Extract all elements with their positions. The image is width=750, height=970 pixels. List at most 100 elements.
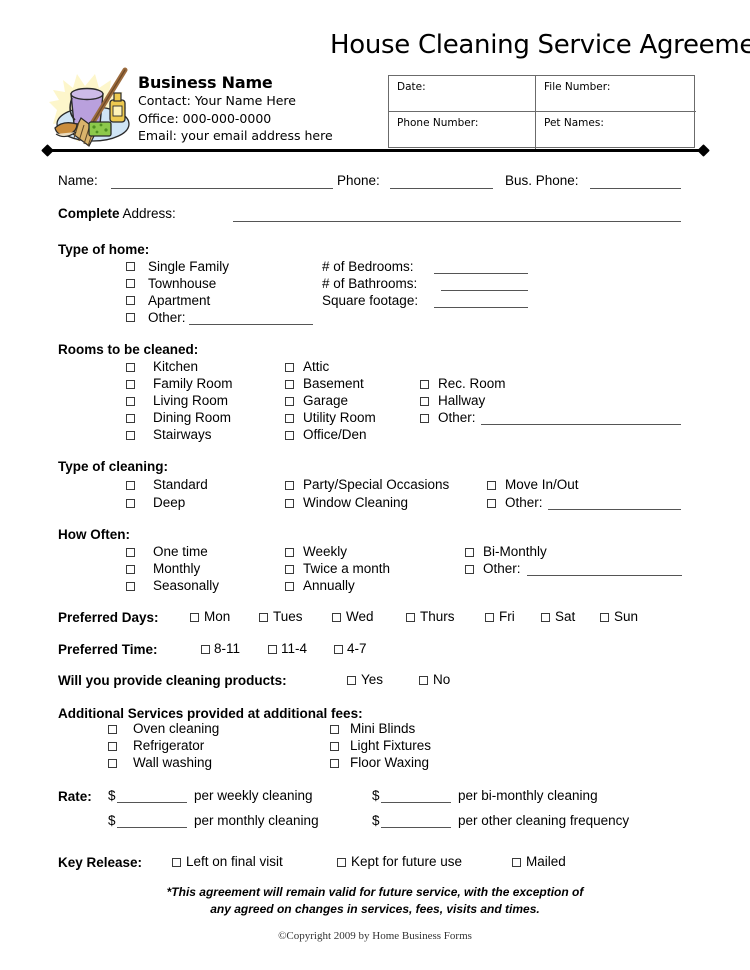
checkbox-move-in-out[interactable] <box>487 481 496 490</box>
checkbox-wall-washing[interactable] <box>108 759 117 768</box>
file-number-cell[interactable]: File Number: <box>536 76 696 112</box>
checkbox-standard[interactable] <box>126 481 135 490</box>
phone-input[interactable] <box>390 188 493 189</box>
checkbox-one-time[interactable] <box>126 548 135 557</box>
bedrooms-input[interactable] <box>434 273 528 274</box>
rate-weekly-input[interactable] <box>117 802 187 803</box>
checkbox-utility-room[interactable] <box>285 414 294 423</box>
checkbox-mailed[interactable] <box>512 858 521 867</box>
checkbox-party-special-occasions[interactable] <box>285 481 294 490</box>
label-products-no: No <box>433 672 451 687</box>
rate-monthly-suffix: per monthly cleaning <box>194 813 319 828</box>
checkbox-single-family[interactable] <box>126 262 135 271</box>
rooms-other-input[interactable] <box>481 424 681 425</box>
rooms-heading: Rooms to be cleaned: <box>58 342 199 357</box>
date-label: Date: <box>397 81 426 93</box>
footnote-line-1: *This agreement will remain valid for fu… <box>166 885 584 899</box>
label-seasonally: Seasonally <box>153 578 220 593</box>
name-input[interactable] <box>111 188 333 189</box>
checkbox-cleaning-other[interactable] <box>487 499 496 508</box>
checkbox-annually[interactable] <box>285 582 294 591</box>
how-often-other-input[interactable] <box>527 575 682 576</box>
label-apartment: Apartment <box>148 293 211 308</box>
checkbox-time-8-11[interactable] <box>201 645 210 654</box>
checkbox-mini-blinds[interactable] <box>330 725 339 734</box>
checkbox-family-room[interactable] <box>126 380 135 389</box>
checkbox-bi-monthly[interactable] <box>465 548 474 557</box>
label-party-special-occasions: Party/Special Occasions <box>303 477 450 492</box>
cleaning-supplies-clipart-icon <box>47 62 139 150</box>
checkbox-time-4-7[interactable] <box>334 645 343 654</box>
checkbox-dining-room[interactable] <box>126 414 135 423</box>
checkbox-thurs[interactable] <box>406 613 415 622</box>
bus-phone-input[interactable] <box>590 188 681 189</box>
checkbox-seasonally[interactable] <box>126 582 135 591</box>
checkbox-tues[interactable] <box>259 613 268 622</box>
home-other-input[interactable] <box>189 324 313 325</box>
address-label: Complete Address: <box>58 207 176 221</box>
checkbox-basement[interactable] <box>285 380 294 389</box>
type-of-home-heading: Type of home: <box>58 242 150 257</box>
checkbox-garage[interactable] <box>285 397 294 406</box>
document-page: House Cleaning Service Agreement Busines… <box>0 0 750 970</box>
label-utility-room: Utility Room <box>303 410 376 425</box>
checkbox-kept-for-future-use[interactable] <box>337 858 346 867</box>
checkbox-oven-cleaning[interactable] <box>108 725 117 734</box>
checkbox-sat[interactable] <box>541 613 550 622</box>
checkbox-monthly[interactable] <box>126 565 135 574</box>
header-info-table: Date: File Number: Phone Number: Pet Nam… <box>388 75 696 149</box>
rate-other-input[interactable] <box>381 827 451 828</box>
checkbox-products-yes[interactable] <box>347 676 356 685</box>
checkbox-mon[interactable] <box>190 613 199 622</box>
rate-bimonthly-input[interactable] <box>381 802 451 803</box>
checkbox-office-den[interactable] <box>285 431 294 440</box>
checkbox-wed[interactable] <box>332 613 341 622</box>
checkbox-deep[interactable] <box>126 499 135 508</box>
checkbox-refrigerator[interactable] <box>108 742 117 751</box>
checkbox-stairways[interactable] <box>126 431 135 440</box>
checkbox-time-11-4[interactable] <box>268 645 277 654</box>
label-home-other: Other: <box>148 310 186 325</box>
rate-monthly-input[interactable] <box>117 827 187 828</box>
bus-phone-label: Bus. Phone: <box>505 173 579 188</box>
checkbox-left-on-final-visit[interactable] <box>172 858 181 867</box>
date-cell[interactable]: Date: <box>389 76 536 112</box>
cleaning-products-label: Will you provide cleaning products: <box>58 673 287 688</box>
checkbox-rooms-other[interactable] <box>420 414 429 423</box>
address-label-bold: Complete <box>58 206 120 221</box>
label-move-in-out: Move In/Out <box>505 477 579 492</box>
pet-names-label: Pet Names: <box>544 117 604 129</box>
checkbox-home-other[interactable] <box>126 313 135 322</box>
checkbox-window-cleaning[interactable] <box>285 499 294 508</box>
label-oven-cleaning: Oven cleaning <box>133 721 220 736</box>
checkbox-townhouse[interactable] <box>126 279 135 288</box>
label-single-family: Single Family <box>148 259 230 274</box>
checkbox-products-no[interactable] <box>419 676 428 685</box>
label-stairways: Stairways <box>153 427 212 442</box>
label-time-8-11: 8-11 <box>214 641 241 656</box>
checkbox-kitchen[interactable] <box>126 363 135 372</box>
cleaning-other-input[interactable] <box>548 509 681 510</box>
checkbox-hallway[interactable] <box>420 397 429 406</box>
checkbox-sun[interactable] <box>600 613 609 622</box>
preferred-time-label: Preferred Time: <box>58 642 158 657</box>
checkbox-weekly[interactable] <box>285 548 294 557</box>
label-window-cleaning: Window Cleaning <box>303 495 409 510</box>
checkbox-how-often-other[interactable] <box>465 565 474 574</box>
checkbox-attic[interactable] <box>285 363 294 372</box>
square-footage-input[interactable] <box>434 307 528 308</box>
checkbox-rec-room[interactable] <box>420 380 429 389</box>
label-time-4-7: 4-7 <box>347 641 367 656</box>
checkbox-floor-waxing[interactable] <box>330 759 339 768</box>
checkbox-living-room[interactable] <box>126 397 135 406</box>
checkbox-light-fixtures[interactable] <box>330 742 339 751</box>
checkbox-apartment[interactable] <box>126 296 135 305</box>
address-input[interactable] <box>233 221 681 222</box>
checkbox-fri[interactable] <box>485 613 494 622</box>
label-kept-for-future-use: Kept for future use <box>351 854 463 869</box>
phone-number-cell[interactable]: Phone Number: <box>389 112 536 149</box>
pet-names-cell[interactable]: Pet Names: <box>536 112 696 149</box>
checkbox-twice-a-month[interactable] <box>285 565 294 574</box>
label-wed: Wed <box>346 609 374 624</box>
bathrooms-input[interactable] <box>441 290 528 291</box>
